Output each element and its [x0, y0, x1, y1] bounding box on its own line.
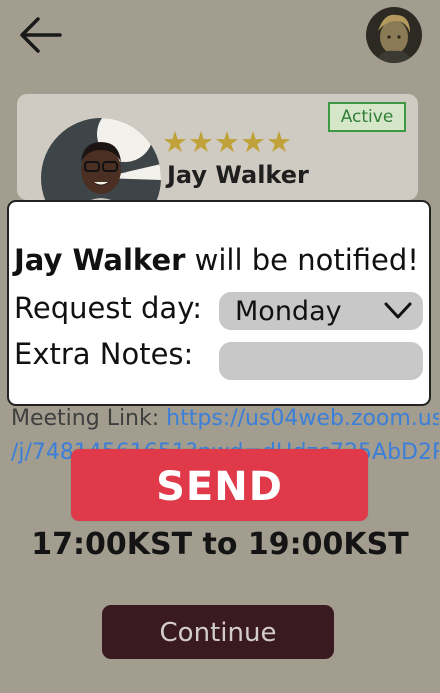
modal-title-name: Jay Walker: [14, 243, 186, 277]
request-day-value: Monday: [235, 296, 342, 327]
send-button[interactable]: SEND: [71, 449, 368, 521]
arrow-left-icon: [18, 15, 62, 59]
modal-title-text: will be notified!: [185, 243, 419, 277]
back-button[interactable]: [16, 14, 64, 60]
request-day-select[interactable]: Monday: [219, 292, 423, 330]
request-day-label: Request day:: [14, 291, 203, 325]
profile-card: ★★★★★ Jay Walker Active: [17, 94, 418, 200]
modal-title: Jay Walker will be notified!: [14, 243, 419, 277]
profile-photo: [41, 118, 161, 200]
time-range: 17:00KST to 19:00KST: [31, 527, 409, 562]
meeting-link[interactable]: https://us04web.zoom.us: [166, 406, 439, 431]
profile-name: Jay Walker: [167, 161, 309, 189]
continue-button[interactable]: Continue: [102, 605, 334, 659]
meeting-link-label: Meeting Link:: [11, 406, 167, 431]
status-badge: Active: [328, 102, 406, 132]
notification-modal: Jay Walker will be notified! Request day…: [7, 200, 431, 406]
extra-notes-label: Extra Notes:: [14, 337, 194, 371]
chevron-down-icon: [383, 301, 413, 325]
user-avatar[interactable]: [366, 7, 422, 63]
extra-notes-input[interactable]: [219, 342, 423, 380]
rating-stars: ★★★★★: [162, 125, 292, 159]
